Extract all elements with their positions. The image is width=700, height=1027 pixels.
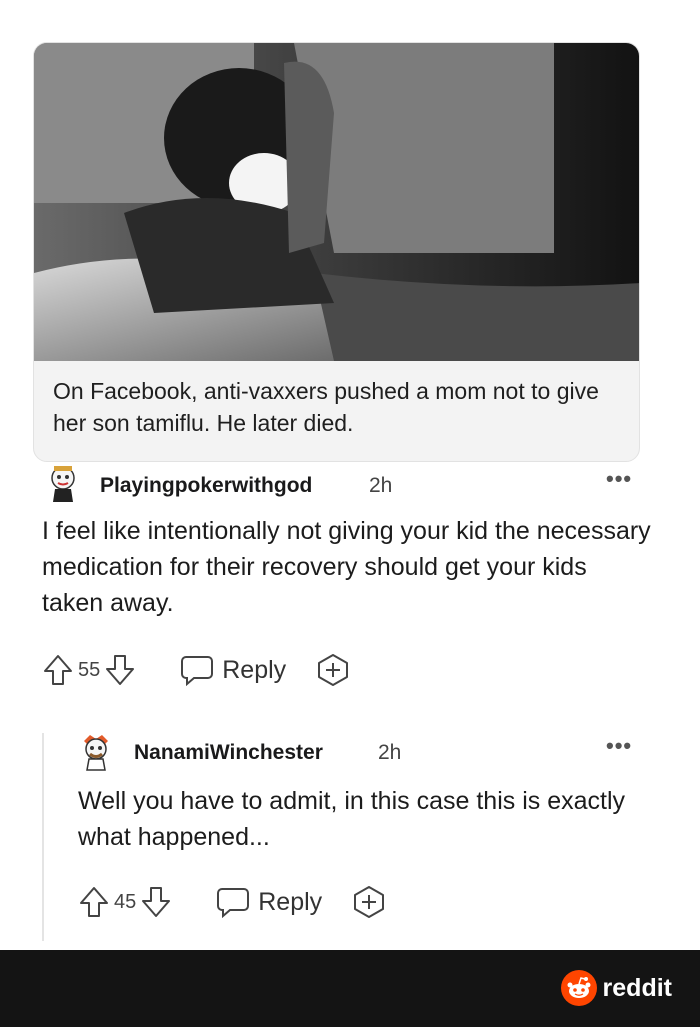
vote-score: 45 [114, 890, 137, 913]
downvote-arrow-icon[interactable] [104, 653, 136, 687]
user-avatar[interactable] [78, 731, 114, 771]
upvote-arrow-icon[interactable] [42, 653, 74, 687]
thread-line[interactable] [42, 733, 44, 941]
downvote-arrow-icon[interactable] [140, 885, 172, 919]
reply-button[interactable]: Reply [216, 886, 322, 918]
more-options-icon[interactable]: ••• [606, 733, 632, 759]
award-plus-icon[interactable] [352, 885, 386, 919]
footer-bar: reddit [0, 950, 700, 1027]
reddit-logo[interactable]: reddit [560, 970, 672, 1006]
award-plus-icon[interactable] [316, 653, 350, 687]
comment-body: Well you have to admit, in this case thi… [78, 787, 625, 851]
reddit-snoo-icon [560, 970, 597, 1006]
comment-username[interactable]: NanamiWinchester [134, 741, 323, 765]
comment-actions: 45 Reply [78, 882, 386, 922]
reply-button[interactable]: Reply [180, 654, 286, 686]
speech-bubble-icon [181, 656, 214, 686]
speech-bubble-icon [217, 888, 250, 918]
comment-body: I feel like intentionally not giving you… [42, 517, 651, 617]
news-photo [34, 43, 639, 361]
comment-username[interactable]: Playingpokerwithgod [100, 474, 312, 498]
news-card[interactable]: On Facebook, anti-vaxxers pushed a mom n… [33, 42, 640, 462]
comment-actions: 55 Reply [42, 650, 350, 690]
comment-timestamp: 2h [378, 741, 402, 764]
user-avatar[interactable] [45, 464, 81, 504]
reddit-wordmark: reddit [602, 973, 672, 1002]
reply-label: Reply [258, 887, 323, 916]
more-options-icon[interactable]: ••• [606, 466, 632, 492]
reply-label: Reply [222, 655, 287, 684]
comment-timestamp: 2h [369, 474, 393, 497]
vote-score: 55 [78, 658, 101, 681]
upvote-arrow-icon[interactable] [78, 885, 110, 919]
news-headline[interactable]: On Facebook, anti-vaxxers pushed a mom n… [53, 375, 613, 439]
